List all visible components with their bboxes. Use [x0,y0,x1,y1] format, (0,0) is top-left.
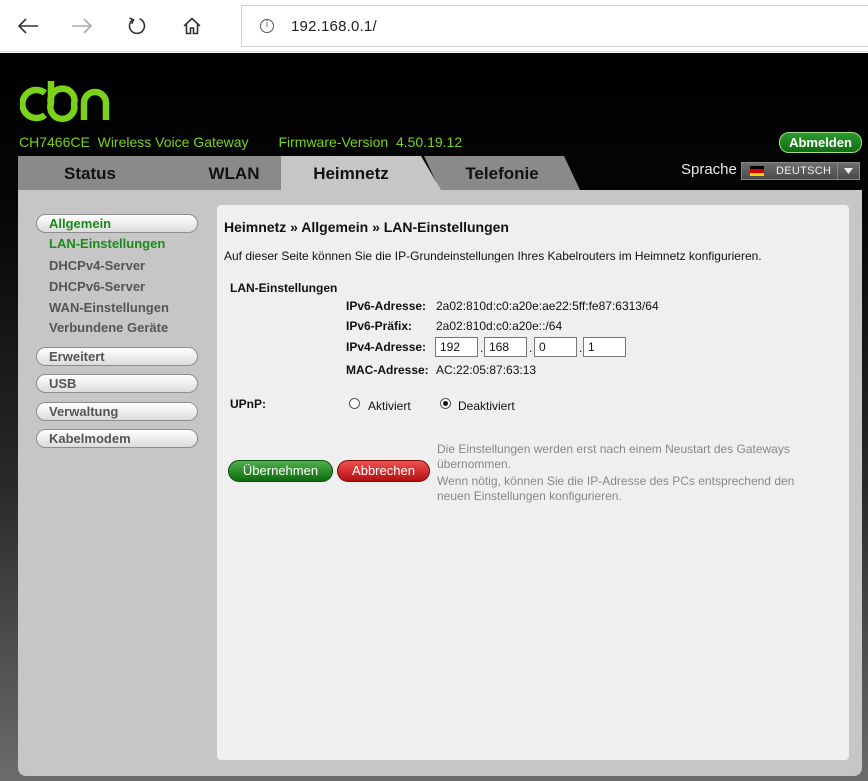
arrow-left-icon [17,18,38,34]
tab-label: Status [64,164,116,183]
tab-heimnetz[interactable]: Heimnetz [281,156,441,190]
tab-telefonie[interactable]: Telefonie [424,156,580,190]
section-title: LAN-Einstellungen [230,281,338,295]
tab-label: Heimnetz [313,164,389,183]
logout-button[interactable]: Abmelden [779,132,862,153]
ipv4-separator: . [529,341,533,355]
address-bar[interactable]: i 192.168.0.1/ [241,5,868,47]
cancel-button[interactable]: Abbrechen [337,460,430,482]
language-select[interactable]: DEUTSCH [741,162,860,180]
pc-config-note: Wenn nötig, können Sie die IP-Adresse de… [437,474,795,488]
sidebar-item-lan-einstellungen[interactable]: LAN-Einstellungen [49,236,165,251]
page-description: Auf dieser Seite können Sie die IP-Grund… [224,249,762,263]
sidebar-group-erweitert[interactable]: Erweitert [36,347,198,366]
ipv4-octet-3-input[interactable] [534,337,577,357]
url-text: 192.168.0.1/ [291,17,377,35]
sidebar-item-wan-einstellungen[interactable]: WAN-Einstellungen [49,300,169,315]
reload-button[interactable] [119,8,155,44]
content-panel: Heimnetz » Allgemein » LAN-Einstellungen… [217,205,849,760]
upnp-deaktiviert-radio[interactable] [440,398,451,409]
sidebar-item-dhcpv4-server[interactable]: DHCPv4-Server [49,258,145,273]
tab-label: WLAN [208,164,260,183]
language-value: DEUTSCH [776,165,832,177]
ipv4-octet-2-input[interactable] [484,337,527,357]
back-button[interactable] [10,8,46,44]
sidebar-group-verwaltung[interactable]: Verwaltung [36,402,198,421]
ipv4-separator: . [579,341,583,355]
german-flag-icon [750,166,764,176]
ipv6-address-value: 2a02:810d:c0:a20e:ae22:5ff:fe87:6313/64 [436,299,659,313]
sidebar-group-kabelmodem[interactable]: Kabelmodem [36,429,198,448]
pc-config-note-continued: neuen Einstellungen konfigurieren. [437,489,622,503]
restart-note-continued: übernommen. [437,457,512,471]
ipv4-address-label: IPv4-Adresse: [346,340,427,354]
sidebar-item-dhcpv6-server[interactable]: DHCPv6-Server [49,279,145,294]
model-number: CH7466CE [19,134,90,150]
ipv6-prefix-label: IPv6-Präfix: [346,319,413,333]
restart-note: Die Einstellungen werden erst nach einem… [437,442,790,456]
upnp-label: UPnP: [230,397,266,411]
sidebar-group-allgemein[interactable]: Allgemein [36,214,198,233]
mac-address-label: MAC-Adresse: [346,363,429,377]
upnp-aktiviert-radio[interactable] [349,398,360,409]
ipv4-octet-4-input[interactable] [583,337,626,357]
ipv6-address-label: IPv6-Adresse: [346,299,427,313]
firmware-version: 4.50.19.12 [395,134,463,150]
router-page: CH7466CE Wireless Voice Gateway Firmware… [0,53,868,781]
home-button[interactable] [174,8,210,44]
home-icon [183,17,201,35]
language-label: Sprache [681,161,737,178]
upnp-deaktiviert-label[interactable]: Deaktiviert [458,399,515,413]
ipv6-prefix-value: 2a02:810d:c0:a20e::/64 [436,319,563,333]
upnp-aktiviert-label[interactable]: Aktiviert [368,399,411,413]
forward-button[interactable] [64,8,100,44]
info-icon[interactable]: i [260,19,274,33]
product-name: Wireless Voice Gateway [97,134,249,150]
main-panel: Allgemein LAN-Einstellungen DHCPv4-Serve… [18,190,862,776]
firmware-label: Firmware-Version [278,134,389,150]
arrow-right-icon [72,18,93,34]
sidebar-item-verbundene-geraete[interactable]: Verbundene Geräte [49,320,168,335]
chevron-down-icon[interactable] [837,163,859,179]
apply-button[interactable]: Übernehmen [228,460,333,482]
model-info: CH7466CE Wireless Voice Gateway Firmware… [19,134,462,150]
brand-logo [19,81,120,128]
sidebar-group-usb[interactable]: USB [36,374,198,393]
mac-address-value: AC:22:05:87:63:13 [436,363,537,377]
ipv4-octet-1-input[interactable] [435,337,478,357]
reload-icon [128,17,146,35]
tab-label: Telefonie [465,164,539,183]
browser-toolbar: i 192.168.0.1/ [0,0,868,52]
ipv4-separator: . [480,341,484,355]
breadcrumb: Heimnetz » Allgemein » LAN-Einstellungen [224,219,509,235]
